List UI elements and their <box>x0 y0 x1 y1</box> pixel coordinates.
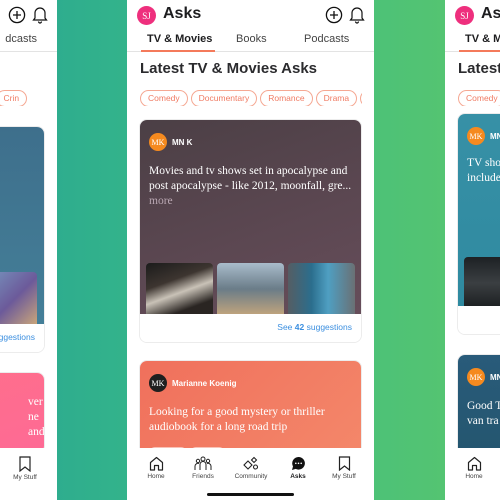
thumbnail-image[interactable] <box>0 272 37 324</box>
thumbnail-image[interactable] <box>217 263 284 315</box>
tab-bar: dcasts <box>0 30 57 52</box>
user-name[interactable]: Marianne Koenig <box>172 379 236 388</box>
home-indicator <box>207 493 294 496</box>
user-avatar[interactable]: MK <box>467 127 485 145</box>
home-icon <box>149 456 163 471</box>
question-text: Looking for a good mystery or thriller a… <box>149 406 325 433</box>
bell-icon[interactable] <box>32 5 48 24</box>
app-header: SJ Asks <box>127 0 374 32</box>
home-icon <box>467 456 481 471</box>
ask-card[interactable]: MK MN Good T van tra <box>458 355 500 455</box>
see-suggestions-link[interactable]: ggestions <box>0 332 35 342</box>
suggestion-thumbnails <box>146 263 359 315</box>
nav-community[interactable]: Community <box>227 456 275 480</box>
nav-my-stuff[interactable]: My Stuff <box>1 456 49 481</box>
tab-podcasts[interactable]: dcasts <box>5 33 37 45</box>
question-text: TV sho include <box>467 157 500 184</box>
nav-home[interactable]: Home <box>450 456 498 480</box>
genre-chips[interactable]: ComedyDocumentaryRomanceDramaCrime <box>140 88 362 106</box>
tab-tv-movies[interactable]: TV & Mo <box>465 33 500 45</box>
bottom-nav: Home Friends Community Asks My Stuff <box>127 448 374 500</box>
chip-documentary[interactable]: Documentary <box>190 90 258 106</box>
chat-bubble-icon <box>291 456 305 470</box>
chip-romance[interactable]: Romance <box>260 90 313 106</box>
section-title: Latest TV & Movies Asks <box>140 60 318 77</box>
ask-card[interactable]: ggestions <box>0 127 44 352</box>
tab-bar: TV & Movies Books Podcasts <box>127 30 374 52</box>
more-link[interactable]: more <box>149 195 173 207</box>
thumbnail-image[interactable] <box>288 263 355 315</box>
avatar[interactable]: SJ <box>455 6 474 25</box>
chip-comedy[interactable]: Comedy <box>140 90 188 106</box>
community-icon <box>243 456 259 470</box>
plus-circle-icon[interactable] <box>325 6 343 24</box>
user-avatar[interactable]: MK <box>467 368 485 386</box>
chip-crime[interactable]: Crime <box>360 90 362 106</box>
page-title: Ask <box>481 5 500 22</box>
nav-friends[interactable]: Friends <box>179 456 227 480</box>
ask-card[interactable]: ver ne and <box>0 373 44 453</box>
user-avatar[interactable]: MK <box>149 374 167 392</box>
page-title: Asks <box>163 5 202 22</box>
chip-crime[interactable]: Crin <box>0 90 28 106</box>
user-name[interactable]: MN K <box>172 138 192 147</box>
tab-podcasts[interactable]: Podcasts <box>304 33 349 45</box>
genre-chips: Comedy <box>458 88 500 106</box>
tab-bar: TV & Mo <box>445 30 500 52</box>
active-tab-indicator <box>459 50 500 52</box>
bookmark-icon <box>338 456 350 471</box>
user-name[interactable]: MN <box>490 373 500 382</box>
question-text: Movies and tv shows set in apocalypse an… <box>149 165 352 207</box>
left-phone-preview: dcasts amaCrin ggestions ver ne and My S… <box>0 0 57 500</box>
nav-home[interactable]: Home <box>132 456 180 480</box>
bookmark-icon <box>19 456 31 472</box>
bottom-nav: Home <box>445 448 500 500</box>
ask-card[interactable]: MK MN K Movies and tv shows set in apoca… <box>140 120 361 342</box>
main-phone-screen: SJ Asks TV & Movies Books Podcasts Lates… <box>127 0 374 500</box>
bell-icon[interactable] <box>349 5 365 24</box>
genre-chips: amaCrin <box>0 88 57 106</box>
chip-drama[interactable]: Drama <box>315 90 358 106</box>
friends-icon <box>194 456 212 470</box>
right-phone-preview: SJ Ask TV & Mo Latest Comedy MK MN TV sh… <box>445 0 500 500</box>
active-tab-indicator <box>141 50 215 52</box>
bottom-nav: My Stuff <box>0 448 57 500</box>
plus-circle-icon[interactable] <box>8 6 26 24</box>
user-avatar[interactable]: MK <box>149 133 167 151</box>
section-title: Latest <box>458 60 500 77</box>
nav-my-stuff[interactable]: My Stuff <box>320 456 368 480</box>
question-text: ne and <box>28 411 44 438</box>
tab-books[interactable]: Books <box>236 33 267 45</box>
avatar[interactable]: SJ <box>137 6 156 25</box>
thumbnail-image[interactable] <box>146 263 213 315</box>
nav-asks[interactable]: Asks <box>274 456 322 480</box>
chip-comedy[interactable]: Comedy <box>458 90 500 106</box>
tab-tv-movies[interactable]: TV & Movies <box>147 33 212 45</box>
see-suggestions-link[interactable]: See 42 suggestions <box>277 322 352 332</box>
question-text: Good T van tra <box>467 400 500 427</box>
question-text: ver <box>28 396 43 408</box>
ask-card[interactable]: MK MN TV sho include <box>458 114 500 334</box>
thumbnail-image[interactable] <box>464 257 500 309</box>
user-name[interactable]: MN <box>490 132 500 141</box>
